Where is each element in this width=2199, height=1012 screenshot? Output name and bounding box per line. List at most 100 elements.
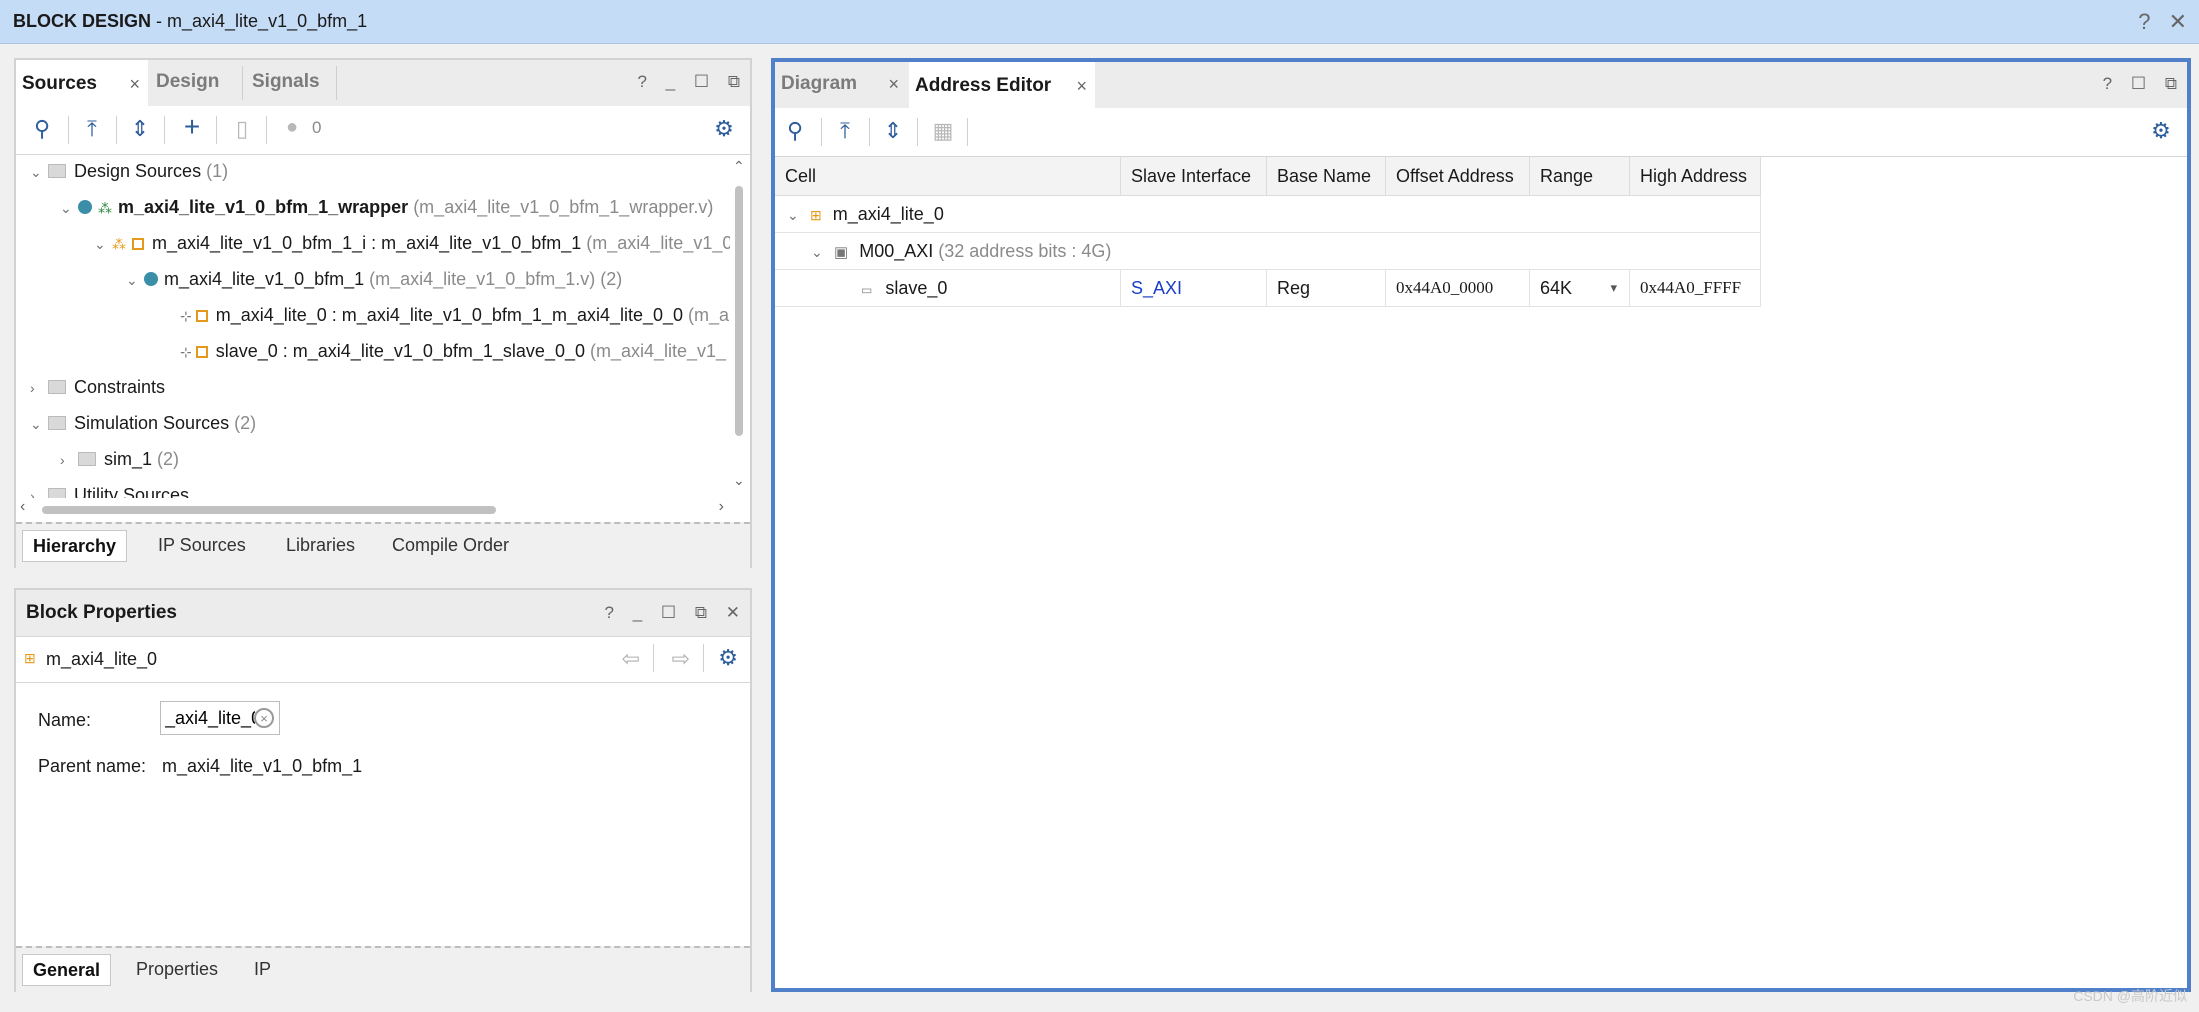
column-header-range[interactable]: Range (1530, 157, 1630, 195)
top-module-icon (78, 200, 92, 214)
window-titlebar: BLOCK DESIGN - m_axi4_lite_v1_0_bfm_1 ? … (0, 0, 2199, 44)
chevron-down-icon[interactable]: ⌄ (30, 407, 48, 441)
column-header-offset-address[interactable]: Offset Address (1386, 157, 1530, 195)
float-icon[interactable]: ⧉ (695, 603, 707, 622)
tree-item-label: slave_0 : m_axi4_lite_v1_0_bfm_1_slave_0… (215, 341, 585, 361)
tree-item[interactable]: › sim_1 (2) (60, 442, 179, 476)
window-title: BLOCK DESIGN - m_axi4_lite_v1_0_bfm_1 (13, 11, 368, 31)
close-tab-icon[interactable]: × (129, 62, 140, 106)
tree-item-label: Utility Sources (74, 485, 190, 498)
right-tabstrip: Diagram × Address Editor × ? ☐ ⧉ (775, 62, 2187, 109)
tree-item-detail: (m_axi4_lite_v1_0 (581, 233, 730, 253)
tree-item[interactable]: ⌄ Simulation Sources (2) (30, 406, 256, 440)
tab-general[interactable]: General (22, 954, 112, 986)
sources-toolbar: ⚲ ⤒ ⇕ + ▯ ● 0 ⚙ (16, 106, 750, 155)
table-row[interactable]: ▭ slave_0 S_AXI Reg 0x44A0_0000 64K ▾ 0x… (775, 270, 1761, 307)
minimize-icon[interactable]: _ (666, 72, 675, 91)
close-icon[interactable]: ✕ (2169, 9, 2187, 34)
minimize-icon[interactable]: _ (633, 603, 642, 622)
chevron-down-icon[interactable]: ⌄ (126, 263, 144, 297)
table-row[interactable]: ⌄ ⊞ m_axi4_lite_0 (775, 196, 1761, 233)
float-icon[interactable]: ⧉ (728, 72, 740, 91)
tab-ip-sources[interactable]: IP Sources (148, 530, 256, 560)
help-icon[interactable]: ? (637, 72, 646, 91)
collapse-all-icon[interactable]: ⤒ (78, 116, 106, 142)
chevron-down-icon[interactable]: ⌄ (30, 155, 48, 189)
search-icon[interactable]: ⚲ (28, 116, 56, 142)
ip-pin-icon: ⊹ (180, 344, 192, 360)
parent-name-value: m_axi4_lite_v1_0_bfm_1 (162, 756, 363, 776)
column-header-base-name[interactable]: Base Name (1267, 157, 1386, 195)
help-icon[interactable]: ? (604, 603, 613, 622)
tree-item[interactable]: › Utility Sources (30, 478, 189, 498)
offset-address-value[interactable]: 0x44A0_0000 (1386, 270, 1530, 306)
chevron-right-icon[interactable]: › (30, 371, 48, 405)
high-address-value: 0x44A0_FFFF (1630, 270, 1761, 306)
tree-item[interactable]: ⌄ m_axi4_lite_v1_0_bfm_1 (m_axi4_lite_v1_… (126, 262, 622, 296)
help-icon[interactable]: ? (2138, 9, 2150, 34)
status-count: 0 (312, 118, 322, 137)
collapse-all-icon[interactable]: ⤒ (831, 118, 859, 144)
file-properties-icon[interactable]: ▯ (228, 116, 256, 142)
gear-icon[interactable]: ⚙ (710, 116, 738, 142)
cell-name: M00_AXI (859, 241, 934, 261)
tab-properties[interactable]: Properties (126, 954, 228, 984)
tab-signals[interactable]: Signals (246, 60, 346, 106)
add-sources-icon[interactable]: + (178, 111, 206, 143)
tab-sources[interactable]: Sources × (16, 60, 148, 106)
gear-icon[interactable]: ⚙ (2147, 118, 2175, 144)
float-icon[interactable]: ⧉ (2165, 74, 2177, 93)
chevron-down-icon[interactable]: ⌄ (94, 227, 112, 261)
vertical-scrollbar[interactable]: ⌃ ⌄ (730, 156, 748, 498)
chevron-down-icon[interactable]: ⌄ (60, 191, 78, 225)
clear-field-icon[interactable]: × (254, 708, 274, 728)
maximize-icon[interactable]: ☐ (694, 72, 709, 91)
sources-tabstrip: Sources × Design Signals ? _ ☐ ⧉ (16, 60, 750, 107)
tree-item-detail: (m_axi4_lite_v1_0_bfm_1.v) (2) (364, 269, 623, 289)
ip-icon (195, 346, 208, 358)
maximize-icon[interactable]: ☐ (2131, 74, 2146, 93)
auto-assign-address-icon[interactable]: ▦ (929, 118, 957, 144)
tree-item-label: m_axi4_lite_v1_0_bfm_1_i : m_axi4_lite_v… (152, 233, 582, 253)
tab-libraries[interactable]: Libraries (276, 530, 365, 560)
address-editor-toolbar: ⚲ ⤒ ⇕ ▦ ⚙ (775, 108, 2187, 157)
sources-tree: ⌄ Design Sources (1) ⌄ ⁂ m_axi4_lite_v1_0_bf… (16, 154, 730, 498)
close-tab-icon[interactable]: × (888, 62, 899, 106)
expand-all-icon[interactable]: ⇕ (126, 116, 154, 142)
search-icon[interactable]: ⚲ (781, 118, 809, 144)
maximize-icon[interactable]: ☐ (661, 603, 676, 622)
slave-interface-value[interactable]: S_AXI (1121, 270, 1267, 306)
tree-item[interactable]: ⌄ Design Sources (1) (30, 154, 228, 188)
back-icon[interactable]: ⇦ (622, 646, 640, 672)
close-tab-icon[interactable]: × (1076, 64, 1087, 108)
tab-design[interactable]: Design (150, 60, 242, 106)
horizontal-scrollbar[interactable]: ‹ › (16, 498, 730, 520)
table-row[interactable]: ⌄ ▣ M00_AXI (32 address bits : 4G) (775, 233, 1761, 270)
tree-item[interactable]: › Constraints (30, 370, 165, 404)
tab-ip[interactable]: IP (244, 954, 281, 984)
gear-icon[interactable]: ⚙ (718, 645, 738, 671)
tab-compile-order[interactable]: Compile Order (382, 530, 519, 560)
tab-diagram[interactable]: Diagram × (775, 62, 907, 108)
column-header-cell[interactable]: Cell (775, 157, 1121, 195)
column-header-high-address[interactable]: High Address (1630, 157, 1761, 195)
tree-item-label: m_axi4_lite_v1_0_bfm_1_wrapper (118, 197, 409, 217)
chevron-down-icon[interactable]: ⌄ (811, 234, 829, 270)
range-select[interactable]: 64K ▾ (1530, 270, 1630, 306)
help-icon[interactable]: ? (2103, 74, 2112, 93)
forward-icon[interactable]: ⇨ (672, 646, 690, 672)
chevron-down-icon[interactable]: ▾ (1610, 270, 1617, 306)
address-table-header: Cell Slave Interface Base Name Offset Ad… (775, 157, 1761, 196)
tree-item[interactable]: ⊹ slave_0 : m_axi4_lite_v1_0_bfm_1_slave_… (180, 334, 726, 368)
tree-item[interactable]: ⊹ m_axi4_lite_0 : m_axi4_lite_v1_0_bfm_1_… (180, 298, 729, 332)
tree-item[interactable]: ⌄ ⁂ m_axi4_lite_v1_0_bfm_1_wrapper (m_axi4… (60, 190, 713, 224)
chevron-down-icon[interactable]: ⌄ (787, 197, 805, 233)
chevron-right-icon[interactable]: › (30, 479, 48, 498)
column-header-slave-interface[interactable]: Slave Interface (1121, 157, 1267, 195)
tab-hierarchy[interactable]: Hierarchy (22, 530, 128, 562)
close-icon[interactable]: ✕ (726, 603, 740, 622)
chevron-right-icon[interactable]: › (60, 443, 78, 477)
tree-item[interactable]: ⌄ ⁂ m_axi4_lite_v1_0_bfm_1_i : m_axi4_lite… (94, 226, 730, 260)
expand-all-icon[interactable]: ⇕ (879, 118, 907, 144)
tab-address-editor[interactable]: Address Editor × (909, 62, 1095, 108)
